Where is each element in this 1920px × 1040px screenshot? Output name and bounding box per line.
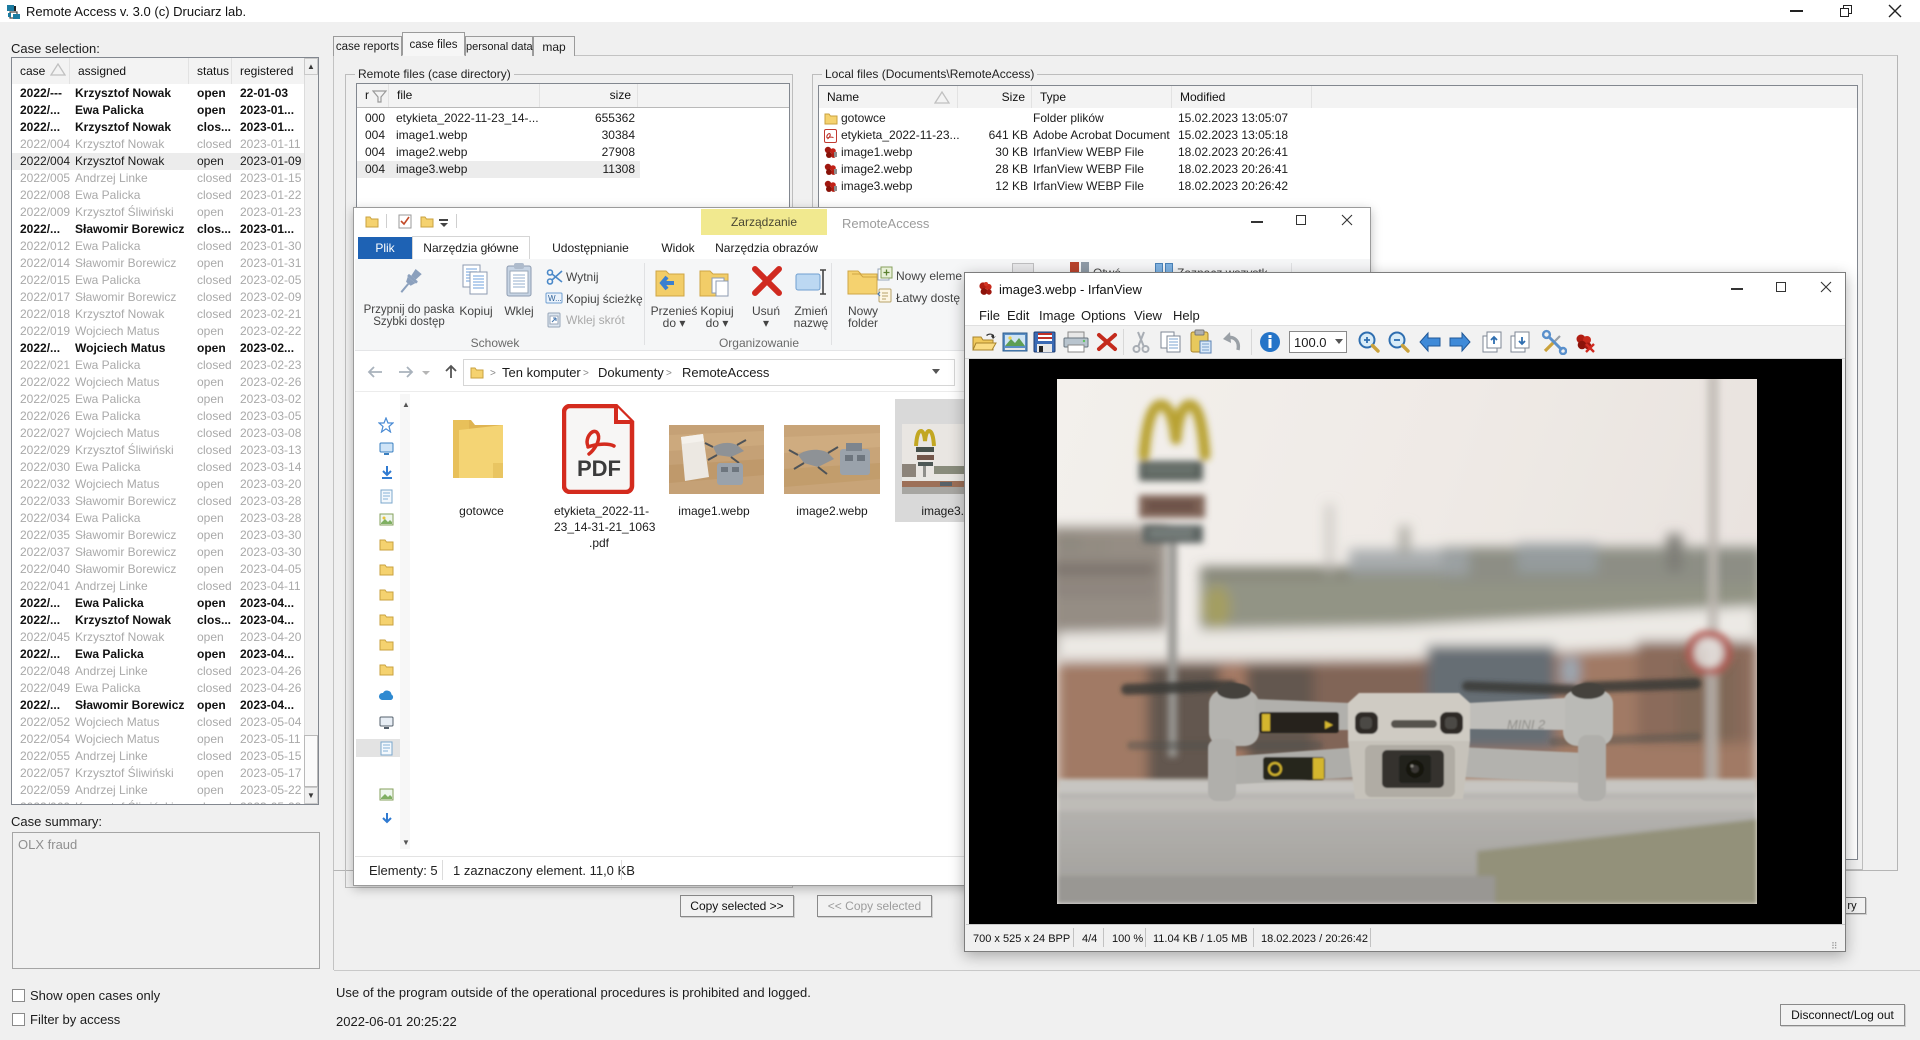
- svg-text:MINI 2: MINI 2: [1507, 717, 1546, 732]
- svg-text:PDF: PDF: [577, 456, 621, 481]
- svg-text:W...: W...: [548, 294, 562, 303]
